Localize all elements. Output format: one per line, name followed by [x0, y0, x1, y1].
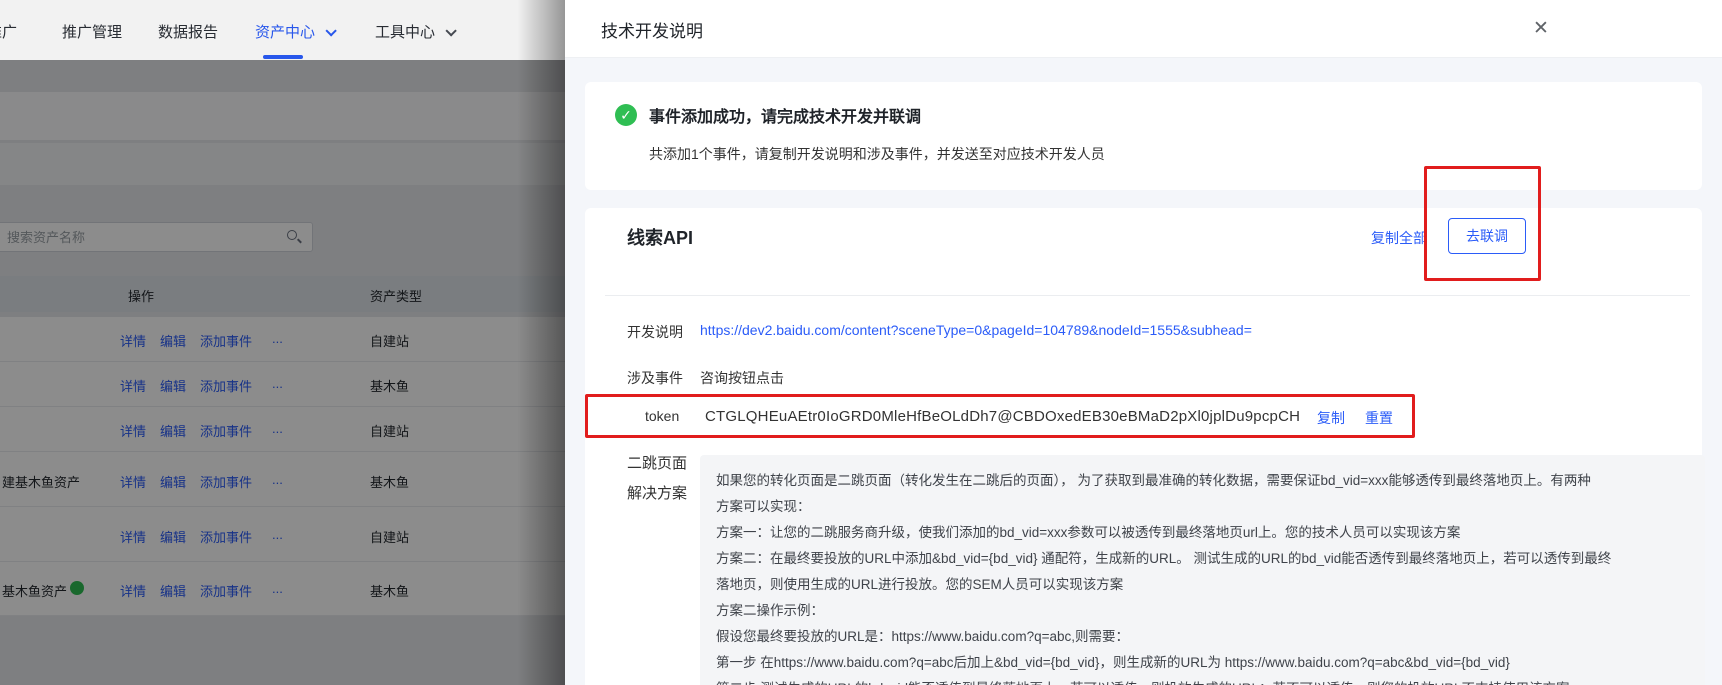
drawer-shadow: [517, 0, 565, 685]
solution-line: 第一步 在https://www.baidu.com?q=abc后加上&bd_v…: [716, 650, 1689, 676]
solution-line: 落地页，则使用生成的URL进行投放。您的SEM人员可以实现该方案: [716, 572, 1689, 598]
solution-description-box: 如果您的转化页面是二跳页面（转化发生在二跳后的页面）， 为了获取到最准确的转化数…: [700, 455, 1705, 685]
token-label: token: [645, 408, 679, 424]
copy-all-link[interactable]: 复制全部: [1371, 228, 1427, 248]
solution-line: 方案一：让您的二跳服务商升级，使我们添加的bd_vid=xxx参数可以被透传到最…: [716, 520, 1689, 546]
solution-label-line1: 二跳页面: [627, 452, 687, 473]
navbar-overlay-mask: [0, 0, 565, 60]
drawer-title: 技术开发说明: [601, 17, 703, 42]
solution-line: 假设您最终要投放的URL是：https://www.baidu.com?q=ab…: [716, 624, 1689, 650]
success-title: 事件添加成功，请完成技术开发并联调: [649, 103, 921, 127]
app-root: 推广 推广管理 数据报告 资产中心 工具中心 操作 资产类型 详情 编辑 添加事…: [0, 0, 1722, 685]
success-check-icon: ✓: [615, 104, 637, 126]
token-reset-link[interactable]: 重置: [1365, 408, 1393, 428]
drawer-header: 技术开发说明 ✕: [565, 0, 1722, 58]
api-section-title: 线索API: [627, 224, 693, 250]
solution-line: 方案可以实现：: [716, 494, 1689, 520]
drawer-overlay-mask[interactable]: [0, 60, 565, 685]
solution-line: 方案二：在最终要投放的URL中添加&bd_vid={bd_vid} 通配符，生成…: [716, 546, 1689, 572]
solution-line: 方案二操作示例：: [716, 598, 1689, 624]
dev-doc-link[interactable]: https://dev2.baidu.com/content?sceneType…: [700, 322, 1252, 338]
go-debug-button[interactable]: 去联调: [1448, 218, 1526, 254]
events-label: 涉及事件: [627, 368, 683, 388]
success-card: ✓ 事件添加成功，请完成技术开发并联调 共添加1个事件，请复制开发说明和涉及事件…: [585, 82, 1702, 190]
solution-line: 如果您的转化页面是二跳页面（转化发生在二跳后的页面）， 为了获取到最准确的转化数…: [716, 468, 1689, 494]
solution-line: 第二步 测试生成的URL的bd_vid能否透传到最终落地页上。若可以透传，则投放…: [716, 676, 1689, 685]
events-value: 咨询按钮点击: [700, 368, 784, 388]
close-icon[interactable]: ✕: [1527, 15, 1555, 43]
token-copy-link[interactable]: 复制: [1317, 408, 1345, 428]
success-subtitle: 共添加1个事件，请复制开发说明和涉及事件，并发送至对应技术开发人员: [649, 144, 1105, 164]
token-value: CTGLQHEuAEtr0IoGRD0MleHfBeOLdDh7@CBDOxed…: [705, 408, 1300, 425]
dev-doc-label: 开发说明: [627, 322, 683, 342]
lead-api-card: 线索API 复制全部 去联调 开发说明 https://dev2.baidu.c…: [585, 208, 1702, 685]
background-page: 推广 推广管理 数据报告 资产中心 工具中心 操作 资产类型 详情 编辑 添加事…: [0, 0, 565, 685]
solution-label-line2: 解决方案: [627, 482, 687, 503]
tech-dev-drawer: 技术开发说明 ✕ ✓ 事件添加成功，请完成技术开发并联调 共添加1个事件，请复制…: [565, 0, 1722, 685]
divider: [605, 295, 1690, 296]
